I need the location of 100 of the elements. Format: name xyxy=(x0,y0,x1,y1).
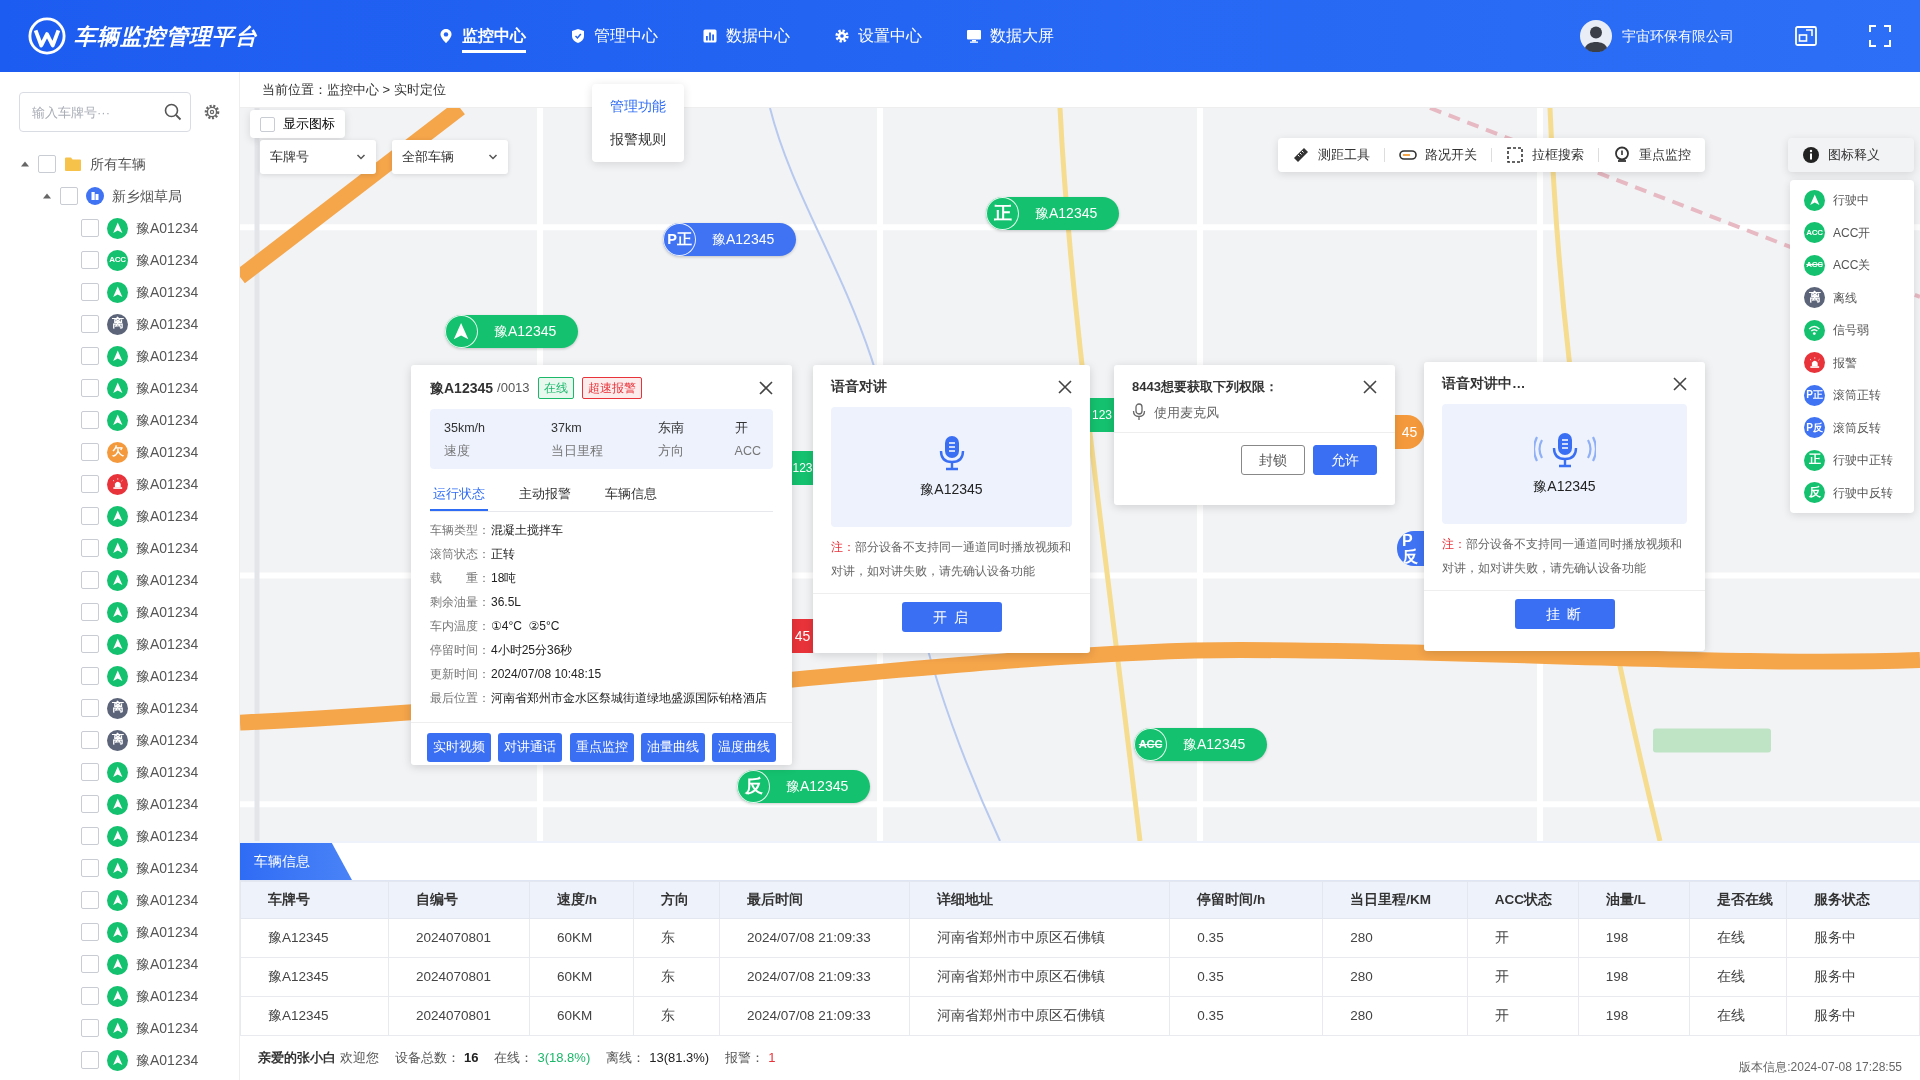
nav-tab[interactable]: 管理中心 xyxy=(570,0,658,72)
action-button[interactable]: 对讲通话 xyxy=(498,733,563,763)
popup-tab[interactable]: 运行状态 xyxy=(430,478,488,512)
vehicle-plate[interactable]: 豫A01234 xyxy=(136,729,199,751)
tree-group-label[interactable]: 新乡烟草局 xyxy=(112,185,182,207)
checkbox[interactable] xyxy=(81,827,99,845)
checkbox[interactable] xyxy=(81,539,99,557)
checkbox[interactable] xyxy=(81,635,99,653)
allow-button[interactable]: 允许 xyxy=(1313,445,1377,475)
stat-label: 设备总数： xyxy=(395,1049,460,1068)
fullscreen-icon[interactable] xyxy=(1868,24,1892,48)
checkbox[interactable] xyxy=(81,987,99,1005)
checkbox[interactable] xyxy=(81,251,99,269)
vehicle-plate[interactable]: 豫A01234 xyxy=(136,793,199,815)
popup-tab[interactable]: 车辆信息 xyxy=(602,478,660,512)
action-button[interactable]: 实时视频 xyxy=(427,733,491,763)
checkbox[interactable] xyxy=(81,699,99,717)
vehicle-plate[interactable]: 豫A01234 xyxy=(136,633,199,655)
checkbox[interactable] xyxy=(81,475,99,493)
vehicle-plate[interactable]: 豫A01234 xyxy=(136,1049,199,1071)
map-tool-button[interactable]: 重点监控 xyxy=(1599,138,1705,172)
map-tool-button[interactable]: 拉框搜索 xyxy=(1492,138,1598,172)
checkbox[interactable] xyxy=(81,731,99,749)
vehicle-plate[interactable]: 豫A01234 xyxy=(136,217,199,239)
action-button[interactable]: 油量曲线 xyxy=(640,733,705,763)
map-tool-button[interactable]: 测距工具 xyxy=(1278,138,1384,172)
checkbox[interactable] xyxy=(81,859,99,877)
action-button[interactable]: 温度曲线 xyxy=(712,733,776,763)
checkbox[interactable] xyxy=(81,347,99,365)
checkbox[interactable] xyxy=(60,187,78,205)
checkbox[interactable] xyxy=(81,315,99,333)
action-button[interactable]: 重点监控 xyxy=(569,733,634,763)
vehicle-plate[interactable]: 豫A01234 xyxy=(136,697,199,719)
nav-tab[interactable]: 监控中心 xyxy=(438,0,526,72)
nav-tab[interactable]: 数据大屏 xyxy=(966,0,1054,72)
caret-icon[interactable] xyxy=(20,159,30,169)
vehicle-plate[interactable]: 豫A01234 xyxy=(136,441,199,463)
map-tool-button[interactable]: 路况开关 xyxy=(1385,138,1491,172)
settings-icon[interactable] xyxy=(203,103,221,121)
menu-item[interactable]: 报警规则 xyxy=(592,123,684,156)
block-button[interactable]: 封锁 xyxy=(1241,445,1305,475)
nav-tab[interactable]: 设置中心 xyxy=(834,0,922,72)
hang-up-button[interactable]: 挂 断 xyxy=(1514,599,1615,630)
vehicle-plate[interactable]: 豫A01234 xyxy=(136,281,199,303)
checkbox[interactable] xyxy=(81,283,99,301)
vehicle-plate[interactable]: 豫A01234 xyxy=(136,345,199,367)
vehicle-plate[interactable]: 豫A01234 xyxy=(136,665,199,687)
checkbox[interactable] xyxy=(38,155,56,173)
checkbox[interactable] xyxy=(81,443,99,461)
menu-item[interactable]: 管理功能 xyxy=(592,90,684,123)
checkbox[interactable] xyxy=(81,667,99,685)
vehicle-plate[interactable]: 豫A01234 xyxy=(136,953,199,975)
vehicle-plate[interactable]: 豫A01234 xyxy=(136,505,199,527)
checkbox[interactable] xyxy=(81,219,99,237)
tree-group-label[interactable]: 所有车辆 xyxy=(90,153,146,175)
vehicle-marker[interactable]: 45 xyxy=(792,619,813,653)
vehicle-plate[interactable]: 豫A01234 xyxy=(136,249,199,271)
panel-tab[interactable]: 车辆信息 xyxy=(240,843,352,880)
window-icon[interactable] xyxy=(1794,24,1818,48)
vehicle-plate[interactable]: 豫A01234 xyxy=(136,1017,199,1039)
checkbox[interactable] xyxy=(81,891,99,909)
start-button[interactable]: 开 启 xyxy=(901,602,1002,633)
show-icons-checkbox[interactable]: 显示图标 xyxy=(250,110,345,138)
vehicle-plate[interactable]: 豫A01234 xyxy=(136,761,199,783)
vehicle-plate[interactable]: 豫A01234 xyxy=(136,473,199,495)
checkbox[interactable] xyxy=(81,571,99,589)
checkbox[interactable] xyxy=(81,603,99,621)
vehicle-plate[interactable]: 豫A01234 xyxy=(136,569,199,591)
vehicle-plate[interactable]: 豫A01234 xyxy=(136,377,199,399)
search-field[interactable]: 输入车牌号··· xyxy=(19,92,191,132)
vehicle-plate[interactable]: 豫A01234 xyxy=(136,985,199,1007)
checkbox[interactable] xyxy=(81,411,99,429)
vehicle-plate[interactable]: 豫A01234 xyxy=(136,889,199,911)
checkbox[interactable] xyxy=(81,795,99,813)
popup-tab[interactable]: 主动报警 xyxy=(516,478,574,512)
checkbox[interactable] xyxy=(81,1051,99,1069)
vehicle-plate[interactable]: 豫A01234 xyxy=(136,921,199,943)
checkbox[interactable] xyxy=(81,955,99,973)
vehicle-marker[interactable]: P正 豫A12345 xyxy=(663,223,797,256)
checkbox[interactable] xyxy=(81,1019,99,1037)
vehicle-plate[interactable]: 豫A01234 xyxy=(136,825,199,847)
vehicle-plate[interactable]: 豫A01234 xyxy=(136,857,199,879)
vehicle-plate[interactable]: 豫A01234 xyxy=(136,537,199,559)
legend-button[interactable]: 图标释义 xyxy=(1788,138,1914,172)
vehicle-plate[interactable]: 豫A01234 xyxy=(136,313,199,335)
close-icon[interactable] xyxy=(759,381,773,395)
close-icon[interactable] xyxy=(1673,377,1687,392)
checkbox[interactable] xyxy=(81,379,99,397)
nav-tab[interactable]: 数据中心 xyxy=(702,0,790,72)
close-icon[interactable] xyxy=(1363,379,1377,394)
vehicle-plate[interactable]: 豫A01234 xyxy=(136,409,199,431)
caret-icon[interactable] xyxy=(42,191,52,201)
vehicle-plate[interactable]: 豫A01234 xyxy=(136,601,199,623)
checkbox[interactable] xyxy=(81,763,99,781)
close-icon[interactable] xyxy=(1058,380,1072,395)
dropdown-select[interactable]: 全部车辆 xyxy=(392,140,508,174)
checkbox[interactable] xyxy=(81,923,99,941)
table-cell: 河南省郑州市中原区石佛镇 xyxy=(909,918,1170,958)
dropdown-select[interactable]: 车牌号 xyxy=(260,140,376,174)
checkbox[interactable] xyxy=(81,507,99,525)
